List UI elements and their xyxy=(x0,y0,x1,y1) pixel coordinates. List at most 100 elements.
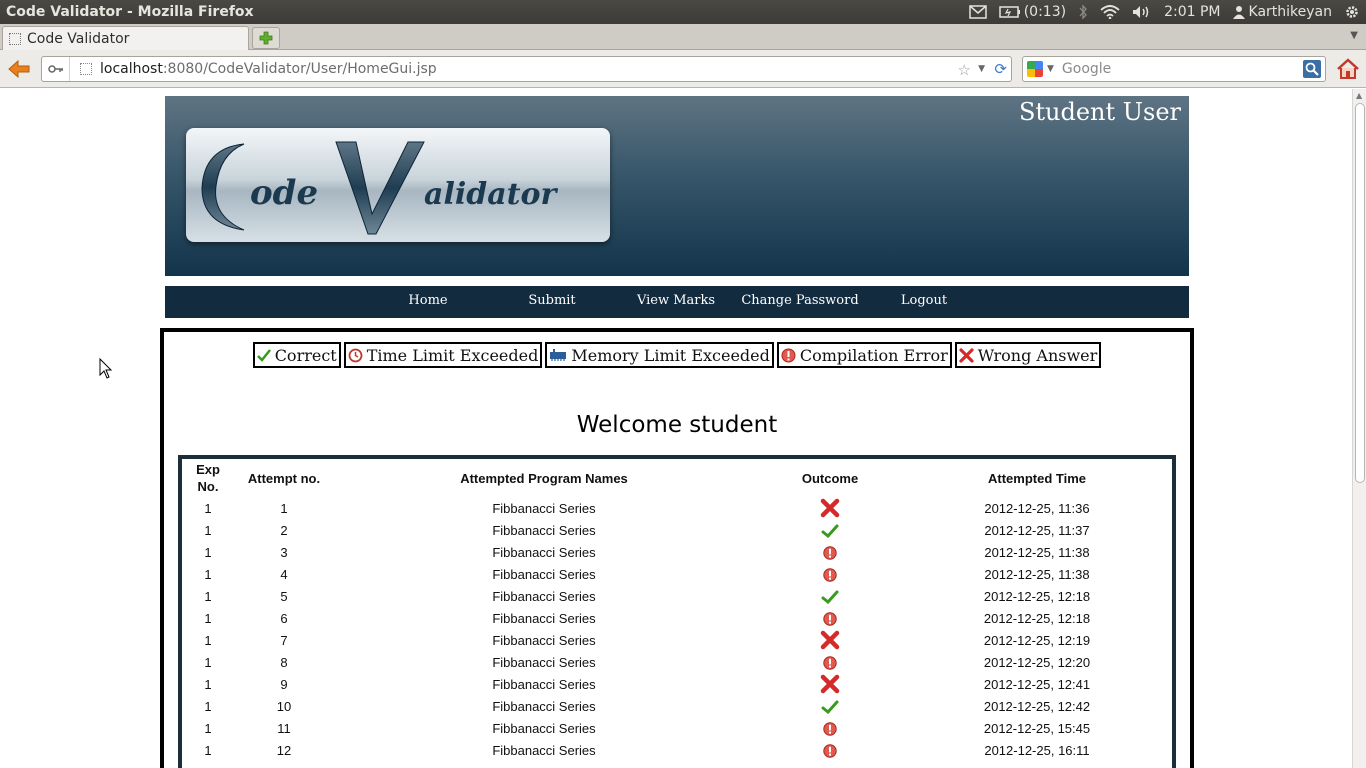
cell-outcome xyxy=(754,629,906,651)
search-engine-dropdown-icon[interactable]: ▼ xyxy=(1047,64,1054,74)
cell-attempted-time: 2012-12-25, 11:36 xyxy=(984,500,1090,516)
clock[interactable]: 2:01 PM xyxy=(1164,4,1220,20)
google-icon[interactable] xyxy=(1027,61,1043,77)
cross-icon xyxy=(820,674,840,694)
cell-program-name: Fibbanacci Series xyxy=(492,654,596,670)
clock-icon xyxy=(348,348,363,362)
table-header-row: Exp No. Attempt no. Attempted Program Nam… xyxy=(182,459,1168,497)
cell-attempted-time: 2012-12-25, 16:11 xyxy=(984,742,1090,758)
cell-outcome xyxy=(754,497,906,519)
tab-code-validator[interactable]: Code Validator xyxy=(2,26,249,50)
cross-icon xyxy=(820,630,840,650)
key-icon xyxy=(47,65,63,73)
table-row: 1 5 Fibbanacci Series 2012-12-25, 12:18 xyxy=(182,585,1168,607)
menu-submit[interactable]: Submit xyxy=(490,286,614,318)
cell-program-name: Fibbanacci Series xyxy=(492,544,596,560)
col-attempted-time: Attempted Time xyxy=(988,470,1086,486)
search-icon[interactable] xyxy=(1303,60,1321,78)
cell-attempt-no: 7 xyxy=(280,632,288,648)
cell-attempted-time: 2012-12-25, 11:38 xyxy=(984,544,1090,560)
cell-program-name: Fibbanacci Series xyxy=(492,676,596,692)
url-host: localhost xyxy=(100,61,163,77)
cell-program-name: Fibbanacci Series xyxy=(492,742,596,758)
bookmark-star-icon[interactable]: ☆ xyxy=(958,61,971,79)
power-gear-icon[interactable] xyxy=(1344,4,1360,20)
col-program-name: Attempted Program Names xyxy=(460,470,628,486)
page-icon xyxy=(80,63,92,75)
back-button[interactable] xyxy=(6,57,32,81)
check-icon xyxy=(256,349,271,362)
error-icon xyxy=(823,722,837,736)
menu-change-password[interactable]: Change Password xyxy=(738,286,862,318)
new-tab-button[interactable] xyxy=(252,27,280,49)
col-outcome: Outcome xyxy=(801,470,859,486)
cell-outcome xyxy=(754,673,906,695)
cell-attempt-no: 2 xyxy=(280,522,288,538)
site-header: ode alidator Student User xyxy=(165,96,1189,276)
cell-attempt-no: 8 xyxy=(280,654,288,670)
cell-attempt-no: 3 xyxy=(280,544,288,560)
legend-compilation-error: Compilation Error xyxy=(776,342,952,368)
cell-exp-no: 1 xyxy=(204,676,212,692)
menu-view-marks[interactable]: View Marks xyxy=(614,286,738,318)
table-row: 1 4 Fibbanacci Series 2012-12-25, 11:38 xyxy=(182,563,1168,585)
cell-exp-no: 1 xyxy=(204,588,212,604)
cell-attempt-no: 6 xyxy=(280,610,288,626)
cell-outcome xyxy=(754,585,906,607)
reload-icon[interactable]: ⟳ xyxy=(994,60,1007,78)
cell-exp-no: 1 xyxy=(204,522,212,538)
cell-program-name: Fibbanacci Series xyxy=(492,632,596,648)
top-panel: Code Validator - Mozilla Firefox (0:13) … xyxy=(0,0,1366,24)
cell-exp-no: 1 xyxy=(204,500,212,516)
outcome-legend: Correct Time Limit Exceeded Memory Limit… xyxy=(164,342,1190,368)
table-row: 1 6 Fibbanacci Series 2012-12-25, 12:18 xyxy=(182,607,1168,629)
tab-title: Code Validator xyxy=(27,30,130,47)
cell-exp-no: 1 xyxy=(204,720,212,736)
cell-program-name: Fibbanacci Series xyxy=(492,588,596,604)
table-row: 1 12 Fibbanacci Series 2012-12-25, 16:11 xyxy=(182,739,1168,761)
cell-attempt-no: 11 xyxy=(277,720,291,736)
legend-memory-limit: Memory Limit Exceeded xyxy=(545,342,774,368)
battery-icon[interactable]: (0:13) xyxy=(998,4,1066,20)
cell-attempt-no: 1 xyxy=(280,500,288,516)
cell-exp-no: 1 xyxy=(204,632,212,648)
legend-label: Compilation Error xyxy=(799,345,948,365)
url-bar[interactable]: localhost:8080/CodeValidator/User/HomeGu… xyxy=(41,56,1012,82)
cell-outcome xyxy=(754,563,906,585)
legend-label: Memory Limit Exceeded xyxy=(571,345,770,365)
site-identity-icon[interactable] xyxy=(42,57,70,81)
cell-outcome xyxy=(754,541,906,563)
cell-program-name: Fibbanacci Series xyxy=(492,500,596,516)
home-button[interactable] xyxy=(1336,58,1360,80)
attempts-table: Exp No. Attempt no. Attempted Program Nam… xyxy=(182,459,1168,761)
scrollbar-thumb[interactable] xyxy=(1355,103,1365,483)
search-bar[interactable]: ▼ Google xyxy=(1022,56,1326,82)
web-page: ode alidator Student User Home Submit Vi… xyxy=(0,89,1352,768)
menu-home[interactable]: Home xyxy=(366,286,490,318)
page-scrollbar[interactable]: ▲ xyxy=(1352,89,1366,768)
scroll-up-icon[interactable]: ▲ xyxy=(1356,91,1362,100)
col-exp-no: Exp No. xyxy=(196,462,220,494)
cell-outcome xyxy=(754,717,906,739)
table-row: 1 10 Fibbanacci Series 2012-12-25, 12:42 xyxy=(182,695,1168,717)
cell-outcome xyxy=(754,607,906,629)
error-icon xyxy=(823,546,837,560)
wifi-icon[interactable] xyxy=(1100,5,1120,19)
cell-attempted-time: 2012-12-25, 12:19 xyxy=(983,632,1091,648)
cell-outcome xyxy=(754,695,906,717)
url-dropdown-icon[interactable]: ▼ xyxy=(978,64,985,74)
user-menu[interactable]: Karthikeyan xyxy=(1232,4,1332,20)
system-tray: (0:13) 2:01 PM Karthikeyan xyxy=(968,0,1360,24)
mouse-cursor-icon xyxy=(99,358,113,379)
menu-logout[interactable]: Logout xyxy=(862,286,986,318)
cell-attempted-time: 2012-12-25, 15:45 xyxy=(983,720,1091,736)
cell-exp-no: 1 xyxy=(204,654,212,670)
tab-list-icon[interactable]: ▼ xyxy=(1350,30,1358,41)
bluetooth-icon[interactable] xyxy=(1078,4,1088,20)
cell-program-name: Fibbanacci Series xyxy=(492,522,596,538)
cell-attempt-no: 5 xyxy=(280,588,288,604)
cell-attempted-time: 2012-12-25, 11:37 xyxy=(984,522,1090,538)
cell-attempted-time: 2012-12-25, 12:18 xyxy=(983,588,1091,604)
volume-icon[interactable] xyxy=(1132,5,1152,19)
mail-icon[interactable] xyxy=(968,5,987,19)
